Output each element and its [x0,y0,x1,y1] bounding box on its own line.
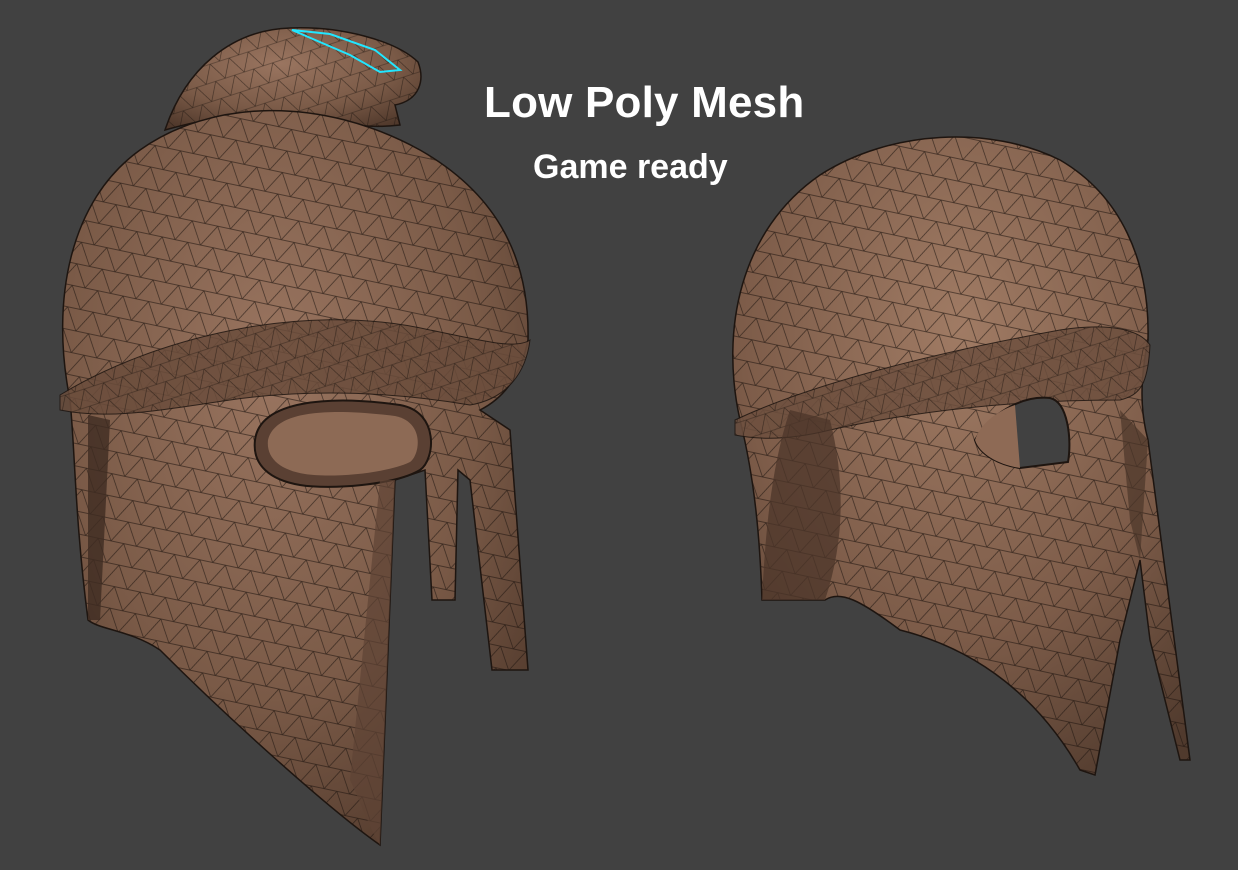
helmet-right[interactable] [732,136,1191,776]
helmet-left[interactable] [59,27,531,847]
page-subtitle: Game ready [533,148,728,186]
scene-svg [59,27,1191,847]
page-title: Low Poly Mesh [484,78,805,127]
viewport: Low Poly Mesh Game ready [0,0,1238,870]
